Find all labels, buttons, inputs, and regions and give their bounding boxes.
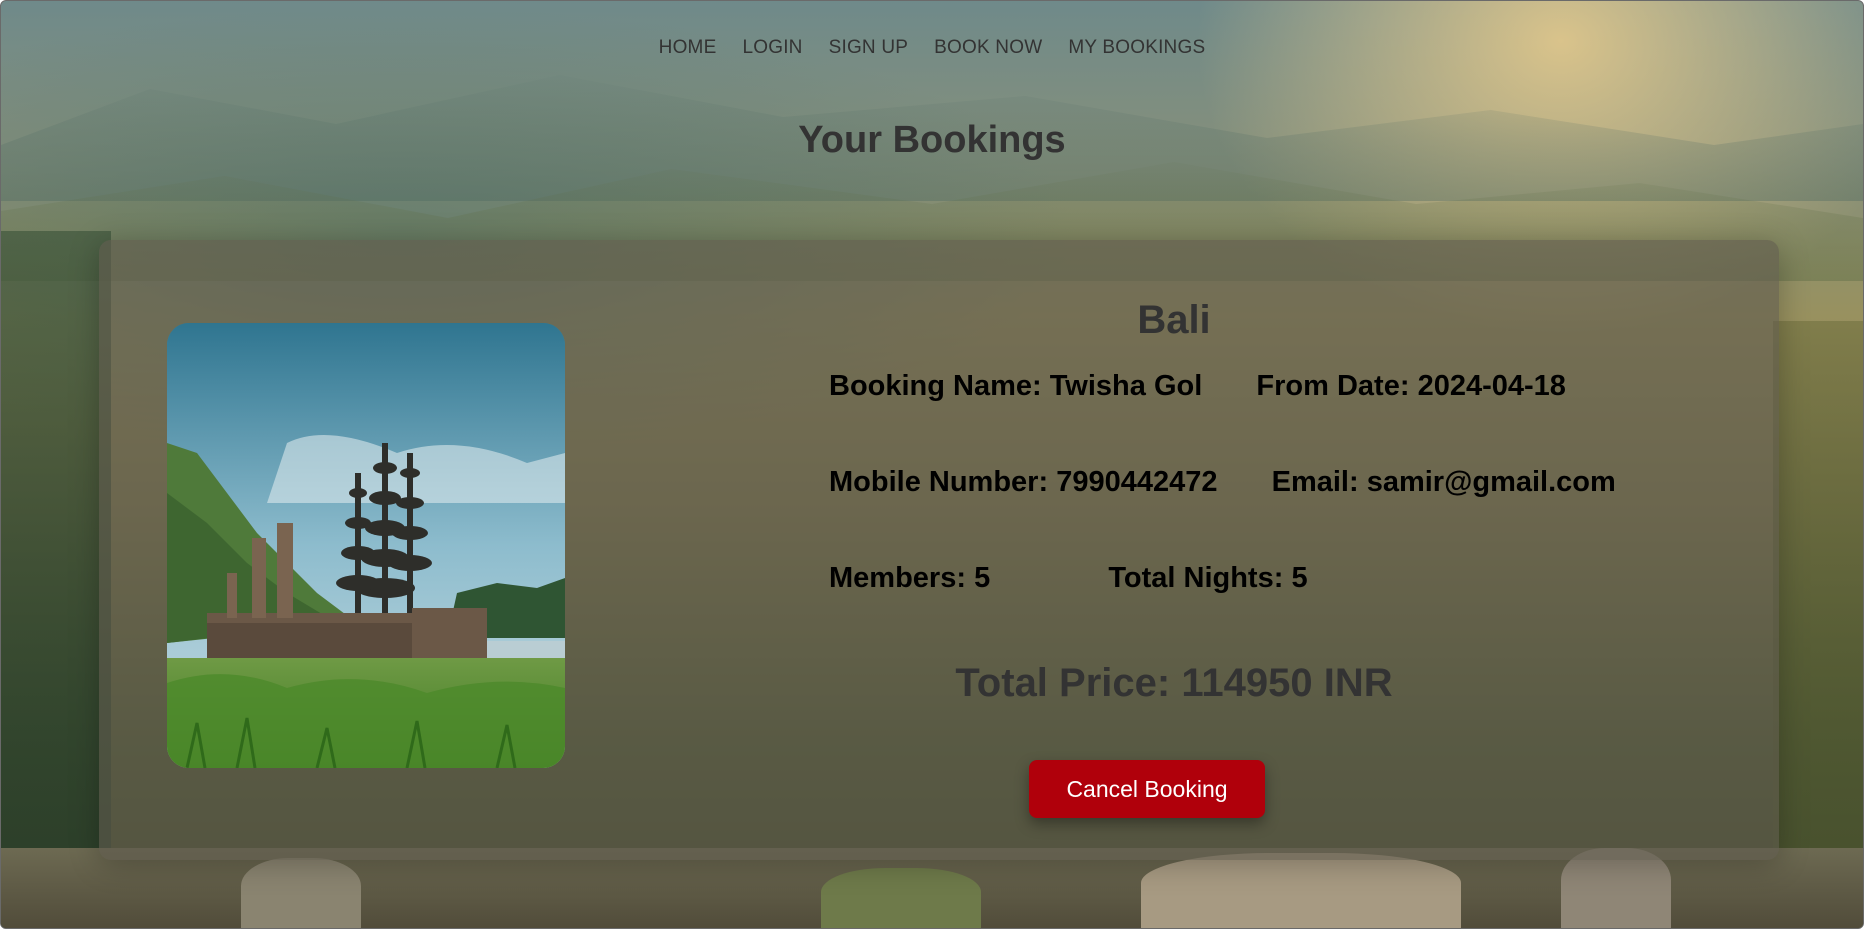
members-label: Members: (829, 562, 966, 594)
members-value: 5 (974, 562, 991, 594)
from-date-value: 2024-04-18 (1417, 370, 1566, 402)
background-rocks (1, 848, 1863, 928)
total-price-label: Total Price: (955, 661, 1171, 705)
booking-name-row: Booking Name: Twisha Gol From Date: 2024… (829, 370, 1566, 403)
email-label: Email: (1271, 466, 1359, 498)
total-price-currency: INR (1323, 661, 1393, 705)
page: HOME LOGIN SIGN UP BOOK NOW MY BOOKINGS … (0, 0, 1864, 929)
booking-name-value: Twisha Gol (1049, 370, 1203, 402)
total-price-value: 114950 (1181, 661, 1313, 705)
nav-login-link[interactable]: LOGIN (742, 37, 802, 59)
booking-details: Bali Booking Name: Twisha Gol From Date:… (829, 240, 1709, 860)
page-title: Your Bookings (798, 119, 1066, 161)
members-row: Members: 5 Total Nights: 5 (829, 562, 1308, 595)
from-date-label: From Date: (1256, 370, 1410, 402)
background-forest (1, 231, 111, 928)
nav-book-now-link[interactable]: BOOK NOW (934, 37, 1042, 59)
background-rock (1141, 853, 1461, 928)
total-price: Total Price: 114950 INR (829, 661, 1519, 706)
background-rock (241, 858, 361, 928)
cancel-booking-button[interactable]: Cancel Booking (1029, 760, 1265, 818)
booking-card: Bali Booking Name: Twisha Gol From Date:… (99, 240, 1779, 860)
nav-home-link[interactable]: HOME (659, 37, 717, 59)
nights-value: 5 (1291, 562, 1308, 594)
background-rock (1561, 848, 1671, 928)
destination-photo (167, 323, 565, 768)
nights-label: Total Nights: (1108, 562, 1284, 594)
mobile-label: Mobile Number: (829, 466, 1049, 498)
email-value: samir@gmail.com (1366, 466, 1616, 498)
background-forest (1773, 321, 1863, 928)
booking-name-label: Booking Name: (829, 370, 1042, 402)
contact-row: Mobile Number: 7990442472 Email: samir@g… (829, 466, 1616, 499)
top-navigation: HOME LOGIN SIGN UP BOOK NOW MY BOOKINGS (1, 37, 1863, 59)
mobile-value: 7990442472 (1056, 466, 1218, 498)
nav-signup-link[interactable]: SIGN UP (829, 37, 909, 59)
nav-my-bookings-link[interactable]: MY BOOKINGS (1068, 37, 1205, 59)
temple-illustration (167, 323, 565, 768)
destination-name: Bali (1137, 298, 1211, 342)
background-rock (821, 868, 981, 928)
